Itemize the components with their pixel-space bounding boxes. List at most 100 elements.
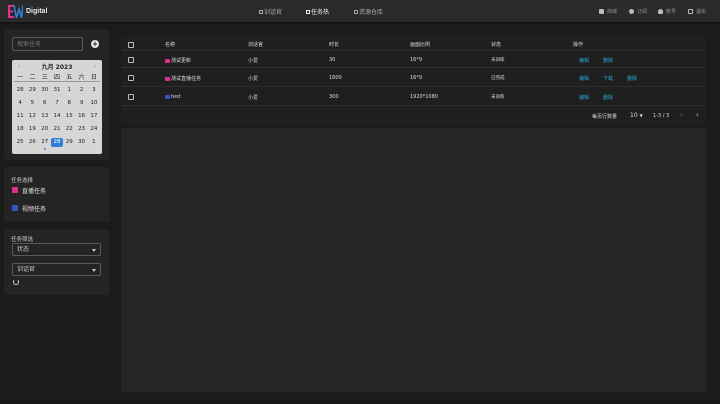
next-month-icon[interactable]: › — [94, 63, 96, 70]
table-row-name[interactable]: 测试更新 — [165, 57, 191, 64]
logo-mark-icon — [8, 5, 23, 18]
calendar-day[interactable]: 17 — [88, 112, 100, 121]
row-checkbox[interactable] — [128, 94, 134, 100]
calendar-day[interactable]: 14 — [51, 112, 63, 121]
calendar-day[interactable]: 18 — [14, 125, 26, 134]
table-row-officer: 小爱 — [248, 58, 259, 64]
calendar-day[interactable]: 10 — [88, 99, 100, 108]
row-checkbox[interactable] — [128, 75, 134, 81]
officer-select[interactable]: 训话官 — [12, 263, 101, 276]
rows-per-page-label: 每页行数量 — [592, 114, 618, 120]
calendar-day[interactable]: 2 — [75, 86, 87, 95]
table-row-name[interactable]: 测试直播任务 — [165, 75, 201, 82]
prev-month-icon[interactable]: ‹ — [18, 63, 20, 70]
chevron-down-icon — [92, 249, 96, 252]
live-tag-icon — [165, 58, 170, 63]
next-page-icon[interactable]: › — [696, 111, 699, 119]
calendar-day[interactable]: 5 — [26, 99, 38, 108]
header-subscribe-button[interactable]: 订阅 — [629, 0, 647, 23]
user-icon — [658, 9, 663, 14]
search-input[interactable] — [12, 37, 83, 51]
nav-item-officer[interactable]: 训话官 — [259, 0, 282, 23]
video-task-checkbox[interactable] — [12, 205, 18, 211]
calendar-day[interactable]: 22 — [63, 125, 75, 134]
delete-link[interactable]: 删除 — [603, 94, 613, 101]
calendar-day[interactable]: 4 — [14, 99, 26, 108]
weekday-label: 四 — [50, 73, 64, 82]
refresh-icon[interactable] — [13, 279, 19, 285]
calendar-day[interactable]: 23 — [75, 125, 87, 134]
calendar-day[interactable]: 30 — [39, 86, 51, 95]
calendar-day[interactable]: 30 — [75, 138, 87, 147]
table-row-status: 已完成 — [491, 76, 505, 81]
apps-icon — [599, 9, 604, 14]
weekday-label: 五 — [63, 73, 76, 82]
calendar-day[interactable]: 7 — [51, 99, 63, 108]
caret-down-icon: ▼ — [639, 113, 643, 118]
prev-page-icon[interactable]: ‹ — [680, 111, 683, 119]
logo[interactable]: Digital — [8, 5, 47, 18]
calendar-day[interactable]: 31 — [51, 86, 63, 95]
divider — [121, 105, 706, 106]
table-row-officer: 小爱 — [248, 95, 259, 101]
divider — [121, 67, 706, 68]
nav-item-tasks[interactable]: 任务热 — [306, 0, 329, 23]
table-row-name[interactable]: test — [165, 94, 181, 100]
weekday-label: 三 — [38, 73, 51, 82]
col-header-actions: 操作 — [573, 42, 584, 48]
video-task-label: 视频任务 — [22, 206, 47, 213]
col-header-name: 名称 — [165, 42, 176, 48]
status-select[interactable]: 状态 — [12, 243, 101, 256]
header-shop-button[interactable]: 商城 — [599, 0, 617, 23]
edit-link[interactable]: 编辑 — [579, 94, 589, 101]
download-link[interactable]: 下载 — [603, 75, 613, 82]
calendar-day[interactable]: 28 — [14, 86, 26, 95]
calendar-day[interactable]: 24 — [88, 125, 100, 134]
table-row-ratio: 16*9 — [410, 57, 423, 63]
home-icon — [354, 9, 358, 14]
delete-link[interactable]: 删除 — [603, 57, 613, 64]
select-all-checkbox[interactable] — [128, 42, 134, 48]
header-logout-button[interactable]: 退出 — [688, 0, 706, 23]
calendar-day[interactable]: 19 — [26, 125, 38, 134]
edit-link[interactable]: 编辑 — [579, 57, 589, 64]
weekday-label: 日 — [87, 73, 100, 82]
calendar-day[interactable]: 13 — [39, 112, 51, 121]
nav-item-resources[interactable]: 资源仓库 — [354, 0, 383, 23]
calendar-day[interactable]: 3 — [88, 86, 100, 95]
calendar: ‹ 九月 2023 › 一二三四五六日 28 29 30 31 1 2 3 4 5 6 7 8 9 10 11… — [12, 60, 102, 154]
calendar-day[interactable]: 27 — [39, 138, 51, 150]
calendar-day[interactable]: 29 — [63, 138, 75, 147]
calendar-day[interactable]: 25 — [14, 138, 26, 147]
table-row-officer: 小爱 — [248, 76, 259, 82]
row-checkbox[interactable] — [128, 57, 134, 63]
edit-link[interactable]: 编辑 — [579, 75, 589, 82]
task-select-title: 任务选择 — [11, 178, 34, 184]
calendar-day[interactable]: 29 — [26, 86, 38, 95]
page-range: 1-3 / 3 — [653, 113, 670, 119]
calendar-day[interactable]: 6 — [39, 99, 51, 108]
table-row-duration: 300 — [329, 94, 339, 100]
delete-link[interactable]: 删除 — [627, 75, 637, 82]
calendar-day[interactable]: 11 — [14, 112, 26, 121]
page-size-select[interactable]: 10 ▼ — [630, 112, 643, 119]
calendar-day[interactable]: 8 — [63, 99, 75, 108]
calendar-day[interactable]: 12 — [26, 112, 38, 121]
app-name: Digital — [26, 8, 48, 15]
calendar-day[interactable]: 21 — [51, 125, 63, 134]
col-header-duration: 时长 — [329, 42, 340, 48]
calendar-day-selected[interactable]: 28 — [50, 138, 64, 147]
calendar-day[interactable]: 1 — [63, 86, 75, 95]
calendar-day[interactable]: 20 — [39, 125, 51, 134]
weekday-label: 二 — [26, 73, 39, 82]
calendar-day[interactable]: 16 — [75, 112, 87, 121]
calendar-day[interactable]: 1 — [88, 138, 100, 147]
calendar-day[interactable]: 15 — [63, 112, 75, 121]
calendar-day[interactable]: 26 — [26, 138, 38, 147]
live-task-checkbox[interactable] — [12, 187, 18, 193]
add-task-button[interactable]: + — [91, 40, 99, 48]
col-header-status: 状态 — [491, 42, 502, 48]
header-account-button[interactable]: 账号 — [658, 0, 676, 23]
calendar-grid: 一二三四五六日 28 29 30 31 1 2 3 4 5 6 7 8 9 10 11 12 13 14 15 16 17… — [12, 73, 102, 150]
calendar-day[interactable]: 9 — [75, 99, 87, 108]
